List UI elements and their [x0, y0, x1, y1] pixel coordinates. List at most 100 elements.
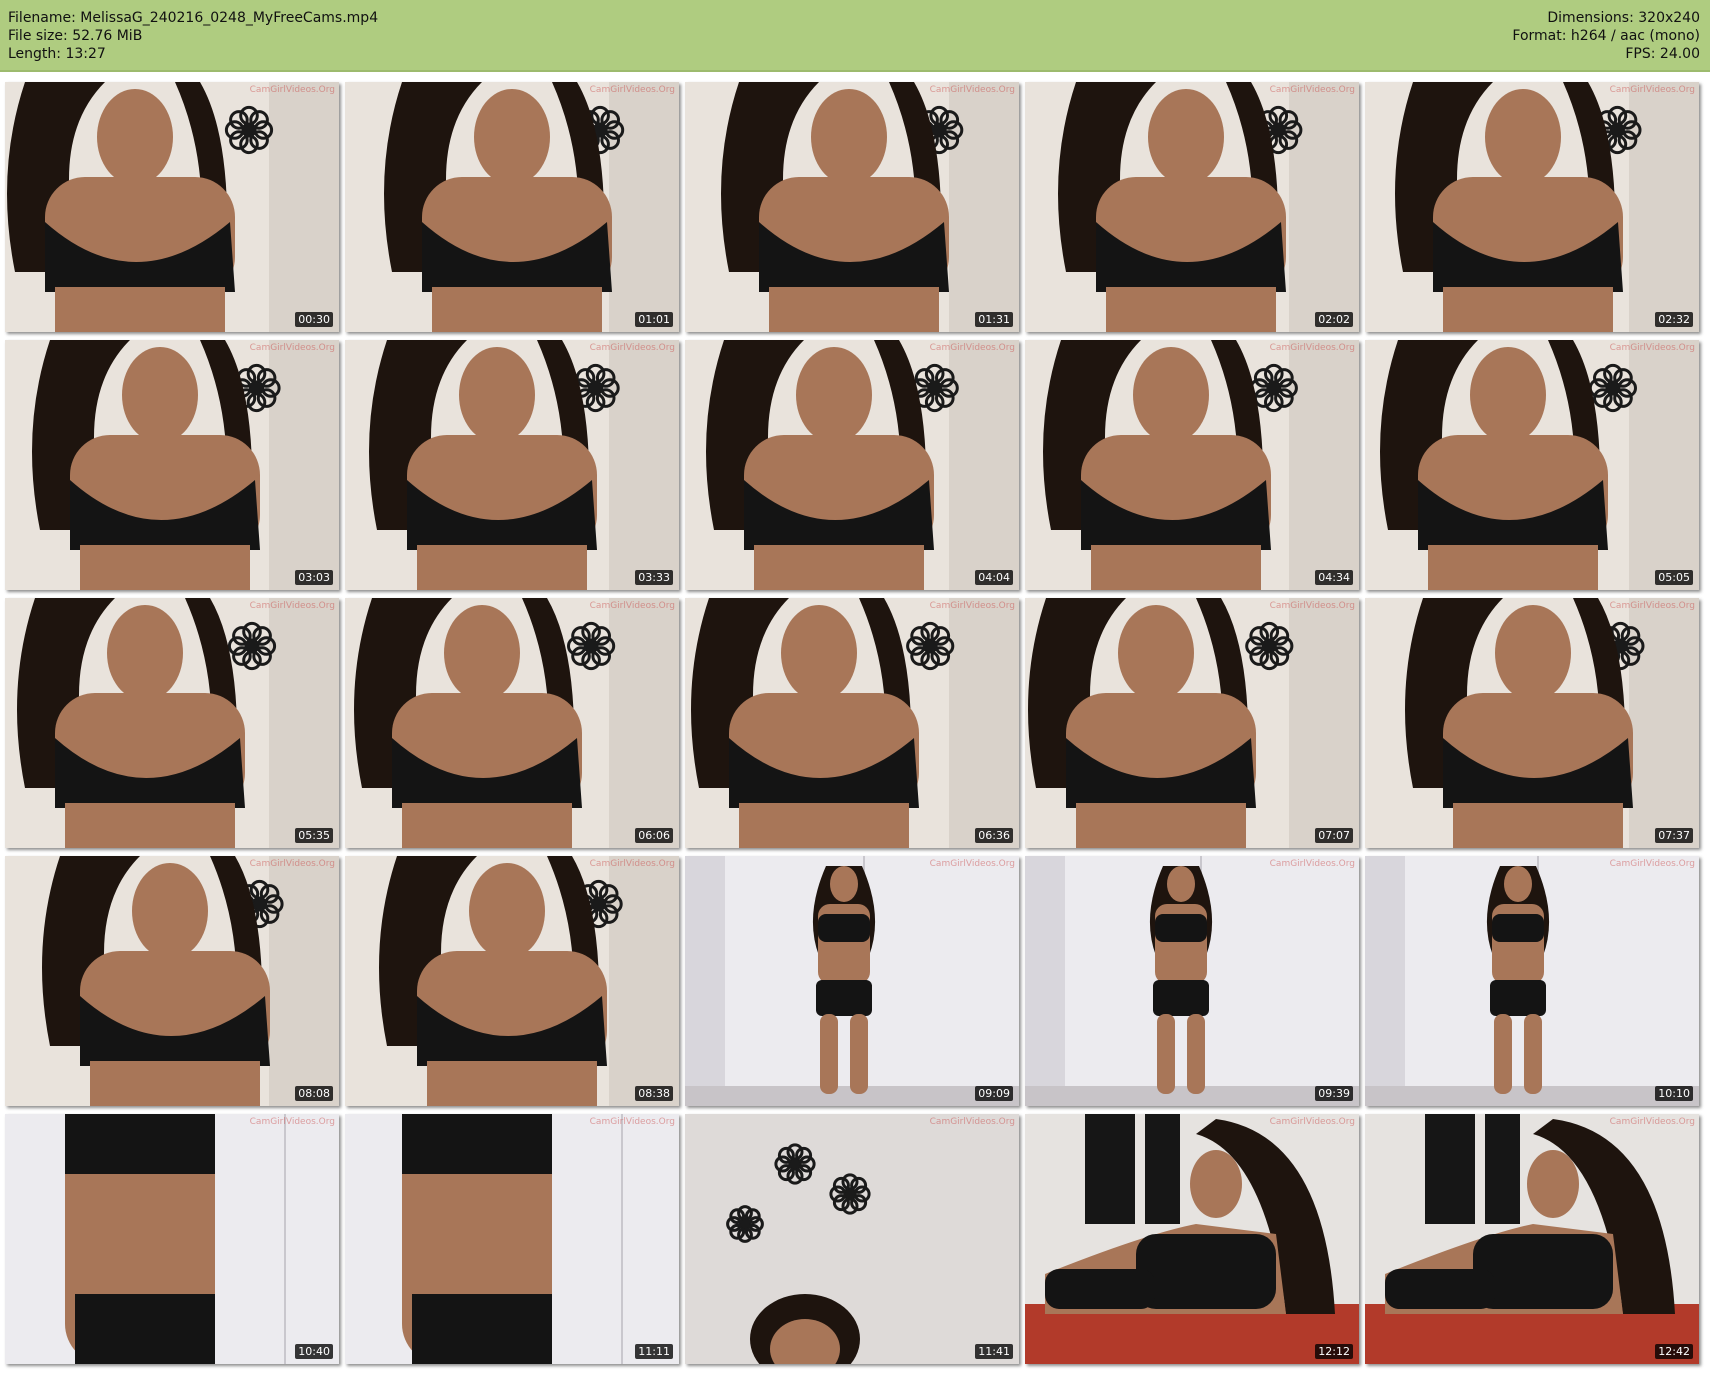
thumbnail: CamGirlVideos.Org 05:35	[5, 598, 339, 848]
thumbnail-timestamp: 06:36	[975, 828, 1013, 843]
thumbnail-timestamp: 07:07	[1315, 828, 1353, 843]
thumbnail: CamGirlVideos.Org 06:36	[685, 598, 1019, 848]
thumbnail: CamGirlVideos.Org 08:08	[5, 856, 339, 1106]
watermark-logo: CamGirlVideos.Org	[929, 859, 1015, 869]
thumbnail: CamGirlVideos.Org 11:41	[685, 1114, 1019, 1364]
thumbnail-frame-image	[685, 1114, 1019, 1364]
thumbnail: CamGirlVideos.Org 10:40	[5, 1114, 339, 1364]
thumbnail: CamGirlVideos.Org 01:31	[685, 82, 1019, 332]
watermark-logo: CamGirlVideos.Org	[1609, 343, 1695, 353]
watermark-logo: CamGirlVideos.Org	[929, 85, 1015, 95]
watermark-logo: CamGirlVideos.Org	[589, 85, 675, 95]
thumbnail: CamGirlVideos.Org 12:12	[1025, 1114, 1359, 1364]
thumbnail-timestamp: 03:03	[295, 570, 333, 585]
thumbnail-frame-image	[1365, 1114, 1699, 1364]
dimensions-text: Dimensions: 320x240	[1547, 10, 1700, 26]
thumbnail: CamGirlVideos.Org 09:09	[685, 856, 1019, 1106]
fps-text: FPS: 24.00	[1625, 46, 1700, 62]
thumbnail-timestamp: 12:42	[1655, 1344, 1693, 1359]
watermark-logo: CamGirlVideos.Org	[1609, 859, 1695, 869]
thumbnail-frame-image	[685, 340, 1019, 590]
watermark-logo: CamGirlVideos.Org	[1609, 85, 1695, 95]
file-meta-left: Filename: MelissaG_240216_0248_MyFreeCam…	[8, 9, 378, 63]
thumbnail-timestamp: 05:05	[1655, 570, 1693, 585]
thumbnail-timestamp: 06:06	[635, 828, 673, 843]
thumbnail-timestamp: 01:01	[635, 312, 673, 327]
thumbnail-timestamp: 02:32	[1655, 312, 1693, 327]
thumbnail-frame-image	[685, 598, 1019, 848]
watermark-logo: CamGirlVideos.Org	[589, 859, 675, 869]
thumbnail-frame-image	[5, 856, 339, 1106]
thumbnail-timestamp: 02:02	[1315, 312, 1353, 327]
thumbnail-timestamp: 05:35	[295, 828, 333, 843]
watermark-logo: CamGirlVideos.Org	[1609, 601, 1695, 611]
watermark-logo: CamGirlVideos.Org	[249, 85, 335, 95]
thumbnail: CamGirlVideos.Org 09:39	[1025, 856, 1359, 1106]
thumbnail-timestamp: 08:38	[635, 1086, 673, 1101]
thumbnail: CamGirlVideos.Org 04:04	[685, 340, 1019, 590]
info-header: Filename: MelissaG_240216_0248_MyFreeCam…	[0, 0, 1710, 72]
watermark-logo: CamGirlVideos.Org	[589, 343, 675, 353]
thumbnail-frame-image	[1025, 82, 1359, 332]
thumbnail: CamGirlVideos.Org 07:07	[1025, 598, 1359, 848]
thumbnail: CamGirlVideos.Org 01:01	[345, 82, 679, 332]
thumbnail: CamGirlVideos.Org 00:30	[5, 82, 339, 332]
thumbnail-frame-image	[345, 1114, 679, 1364]
thumbnail-frame-image	[1365, 82, 1699, 332]
thumbnail-timestamp: 10:10	[1655, 1086, 1693, 1101]
thumbnail: CamGirlVideos.Org 04:34	[1025, 340, 1359, 590]
thumbnail-frame-image	[345, 598, 679, 848]
thumbnail: CamGirlVideos.Org 02:02	[1025, 82, 1359, 332]
thumbnail-frame-image	[5, 82, 339, 332]
watermark-logo: CamGirlVideos.Org	[1269, 601, 1355, 611]
watermark-logo: CamGirlVideos.Org	[1269, 85, 1355, 95]
watermark-logo: CamGirlVideos.Org	[929, 1117, 1015, 1127]
format-text: Format: h264 / aac (mono)	[1512, 28, 1700, 44]
watermark-logo: CamGirlVideos.Org	[929, 343, 1015, 353]
watermark-logo: CamGirlVideos.Org	[1269, 859, 1355, 869]
thumbnail-frame-image	[1365, 340, 1699, 590]
thumbnail-frame-image	[345, 82, 679, 332]
thumbnail-frame-image	[1025, 340, 1359, 590]
watermark-logo: CamGirlVideos.Org	[929, 601, 1015, 611]
watermark-logo: CamGirlVideos.Org	[249, 601, 335, 611]
watermark-logo: CamGirlVideos.Org	[589, 601, 675, 611]
thumbnail-frame-image	[5, 598, 339, 848]
filesize-text: File size: 52.76 MiB	[8, 28, 143, 44]
thumbnail-timestamp: 09:09	[975, 1086, 1013, 1101]
thumbnail: CamGirlVideos.Org 02:32	[1365, 82, 1699, 332]
thumbnail-grid: CamGirlVideos.Org 00:30 CamGirlVideos.Org 0…	[5, 82, 1707, 1364]
thumbnail-timestamp: 09:39	[1315, 1086, 1353, 1101]
watermark-logo: CamGirlVideos.Org	[1269, 343, 1355, 353]
filename-text: Filename: MelissaG_240216_0248_MyFreeCam…	[8, 10, 379, 26]
thumbnail: CamGirlVideos.Org 07:37	[1365, 598, 1699, 848]
watermark-logo: CamGirlVideos.Org	[249, 859, 335, 869]
thumbnail-timestamp: 04:34	[1315, 570, 1353, 585]
thumbnail: CamGirlVideos.Org 03:33	[345, 340, 679, 590]
thumbnail-frame-image	[5, 1114, 339, 1364]
thumbnail-frame-image	[345, 856, 679, 1106]
thumbnail-timestamp: 04:04	[975, 570, 1013, 585]
thumbnail-frame-image	[1025, 598, 1359, 848]
thumbnail-timestamp: 07:37	[1655, 828, 1693, 843]
thumbnail-frame-image	[1365, 856, 1699, 1106]
thumbnail-frame-image	[685, 856, 1019, 1106]
thumbnail-frame-image	[1025, 1114, 1359, 1364]
watermark-logo: CamGirlVideos.Org	[589, 1117, 675, 1127]
thumbnail-timestamp: 03:33	[635, 570, 673, 585]
thumbnail-frame-image	[1365, 598, 1699, 848]
watermark-logo: CamGirlVideos.Org	[249, 343, 335, 353]
thumbnail-timestamp: 10:40	[295, 1344, 333, 1359]
watermark-logo: CamGirlVideos.Org	[1609, 1117, 1695, 1127]
thumbnail-frame-image	[5, 340, 339, 590]
thumbnail-timestamp: 11:11	[635, 1344, 673, 1359]
thumbnail: CamGirlVideos.Org 12:42	[1365, 1114, 1699, 1364]
thumbnail: CamGirlVideos.Org 10:10	[1365, 856, 1699, 1106]
length-text: Length: 13:27	[8, 46, 106, 62]
thumbnail-timestamp: 00:30	[295, 312, 333, 327]
thumbnail-timestamp: 11:41	[975, 1344, 1013, 1359]
thumbnail: CamGirlVideos.Org 03:03	[5, 340, 339, 590]
thumbnail-timestamp: 08:08	[295, 1086, 333, 1101]
thumbnail-frame-image	[345, 340, 679, 590]
watermark-logo: CamGirlVideos.Org	[1269, 1117, 1355, 1127]
